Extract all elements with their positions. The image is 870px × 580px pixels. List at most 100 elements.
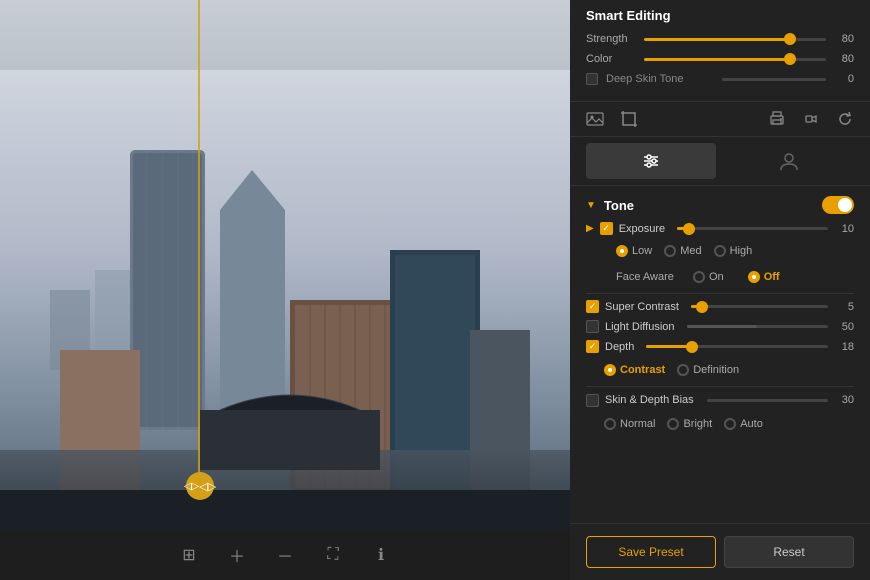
strength-track[interactable] — [644, 38, 826, 41]
tone-section: ▼ Tone ▶ Exposure 10 Low Me — [570, 186, 870, 448]
tone-expand-icon[interactable]: ▼ — [586, 200, 596, 211]
strength-fill — [644, 38, 790, 41]
auto-radio[interactable] — [724, 418, 736, 430]
tone-toggle[interactable] — [822, 196, 854, 214]
super-contrast-row: Super Contrast 5 — [586, 300, 854, 313]
auto-label: Auto — [740, 418, 763, 430]
image-panel: ◁▷ ⊞ ＋ － ⛶ ℹ — [0, 0, 570, 580]
deep-skin-row: Deep Skin Tone 0 — [586, 73, 854, 85]
exposure-checkbox[interactable] — [600, 222, 613, 235]
bright-option[interactable]: Bright — [667, 418, 712, 430]
color-value: 80 — [834, 53, 854, 65]
normal-option[interactable]: Normal — [604, 418, 655, 430]
nav-arrow[interactable]: ◁▷ — [186, 472, 214, 500]
skin-depth-value: 30 — [834, 394, 854, 406]
tone-title: Tone — [604, 198, 822, 213]
contrast-radio[interactable] — [604, 364, 616, 376]
exposure-range-group: Low Med High — [586, 241, 854, 261]
color-fill — [644, 58, 790, 61]
face-aware-row: Face Aware On Off — [586, 267, 854, 287]
bottom-toolbar: ⊞ ＋ － ⛶ ℹ — [0, 530, 570, 580]
strength-label: Strength — [586, 33, 636, 45]
depth-type-group: Contrast Definition — [586, 360, 854, 380]
high-radio[interactable] — [714, 245, 726, 257]
skin-depth-row: Skin & Depth Bias 30 — [586, 393, 854, 407]
tab-adjustments[interactable] — [586, 143, 716, 179]
bright-label: Bright — [683, 418, 712, 430]
normal-radio[interactable] — [604, 418, 616, 430]
super-contrast-track[interactable] — [691, 305, 828, 308]
light-diffusion-row: Light Diffusion 50 — [586, 320, 854, 333]
zoom-in-btn[interactable]: ＋ — [221, 539, 253, 571]
bottom-buttons: Save Preset Reset — [570, 523, 870, 580]
face-off-radio[interactable] — [748, 271, 760, 283]
skin-type-group: Normal Bright Auto — [586, 414, 854, 434]
exposure-row: ▶ Exposure 10 — [586, 222, 854, 235]
exposure-value: 10 — [834, 223, 854, 235]
deep-skin-value: 0 — [834, 73, 854, 85]
section-title: Smart Editing — [586, 8, 854, 23]
print-icon-btn[interactable] — [768, 110, 786, 128]
refresh-icon-btn[interactable] — [836, 110, 854, 128]
depth-row: Depth 18 — [586, 340, 854, 353]
bright-radio[interactable] — [667, 418, 679, 430]
face-on-radio[interactable] — [693, 271, 705, 283]
crop-icon-btn[interactable] — [620, 110, 638, 128]
definition-option[interactable]: Definition — [677, 364, 739, 376]
strength-row: Strength 80 — [586, 33, 854, 45]
high-option[interactable]: High — [714, 245, 753, 257]
med-option[interactable]: Med — [664, 245, 701, 257]
super-contrast-value: 5 — [834, 301, 854, 313]
depth-track[interactable] — [646, 345, 828, 348]
skin-depth-track[interactable] — [707, 399, 828, 402]
reset-button[interactable]: Reset — [724, 536, 854, 568]
zoom-out-btn[interactable]: － — [269, 539, 301, 571]
med-radio[interactable] — [664, 245, 676, 257]
face-off-option[interactable]: Off — [748, 271, 780, 283]
color-row: Color 80 — [586, 53, 854, 65]
deep-skin-track[interactable] — [722, 78, 826, 81]
tab-portrait[interactable] — [724, 143, 854, 179]
light-diffusion-checkbox[interactable] — [586, 320, 599, 333]
right-panel: Smart Editing Strength 80 Color 80 Deep … — [570, 0, 870, 580]
med-label: Med — [680, 245, 701, 257]
divider2 — [586, 386, 854, 387]
color-thumb[interactable] — [784, 53, 796, 65]
skin-depth-label: Skin & Depth Bias — [605, 393, 695, 407]
deep-skin-label: Deep Skin Tone — [606, 73, 710, 85]
contrast-option[interactable]: Contrast — [604, 364, 665, 376]
high-label: High — [730, 245, 753, 257]
exposure-track[interactable] — [677, 227, 828, 230]
divider1 — [586, 293, 854, 294]
info-btn[interactable]: ℹ — [365, 539, 397, 571]
low-label: Low — [632, 245, 652, 257]
strength-value: 80 — [834, 33, 854, 45]
depth-checkbox[interactable] — [586, 340, 599, 353]
image-icon-btn[interactable] — [586, 110, 604, 128]
icon-toolbar — [570, 102, 870, 137]
low-option[interactable]: Low — [616, 245, 652, 257]
auto-option[interactable]: Auto — [724, 418, 763, 430]
strength-thumb[interactable] — [784, 33, 796, 45]
color-track[interactable] — [644, 58, 826, 61]
exposure-expand-icon[interactable]: ▶ — [586, 223, 594, 234]
save-preset-button[interactable]: Save Preset — [586, 536, 716, 568]
color-label: Color — [586, 53, 636, 65]
face-on-option[interactable]: On — [693, 271, 724, 283]
zoom-fit-btn[interactable]: ⊞ — [173, 539, 205, 571]
definition-radio[interactable] — [677, 364, 689, 376]
deep-skin-checkbox[interactable] — [586, 73, 598, 85]
low-radio[interactable] — [616, 245, 628, 257]
tab-row — [570, 137, 870, 186]
super-contrast-checkbox[interactable] — [586, 300, 599, 313]
face-aware-label: Face Aware — [616, 271, 681, 283]
face-on-label: On — [709, 271, 724, 283]
audio-icon-btn[interactable] — [802, 110, 820, 128]
light-diffusion-value: 50 — [834, 321, 854, 333]
fullscreen-btn[interactable]: ⛶ — [317, 539, 349, 571]
light-diffusion-track[interactable] — [687, 325, 828, 328]
contrast-label: Contrast — [620, 364, 665, 376]
skin-depth-checkbox[interactable] — [586, 394, 599, 407]
comparison-line[interactable] — [198, 0, 200, 480]
super-contrast-label: Super Contrast — [605, 301, 679, 313]
